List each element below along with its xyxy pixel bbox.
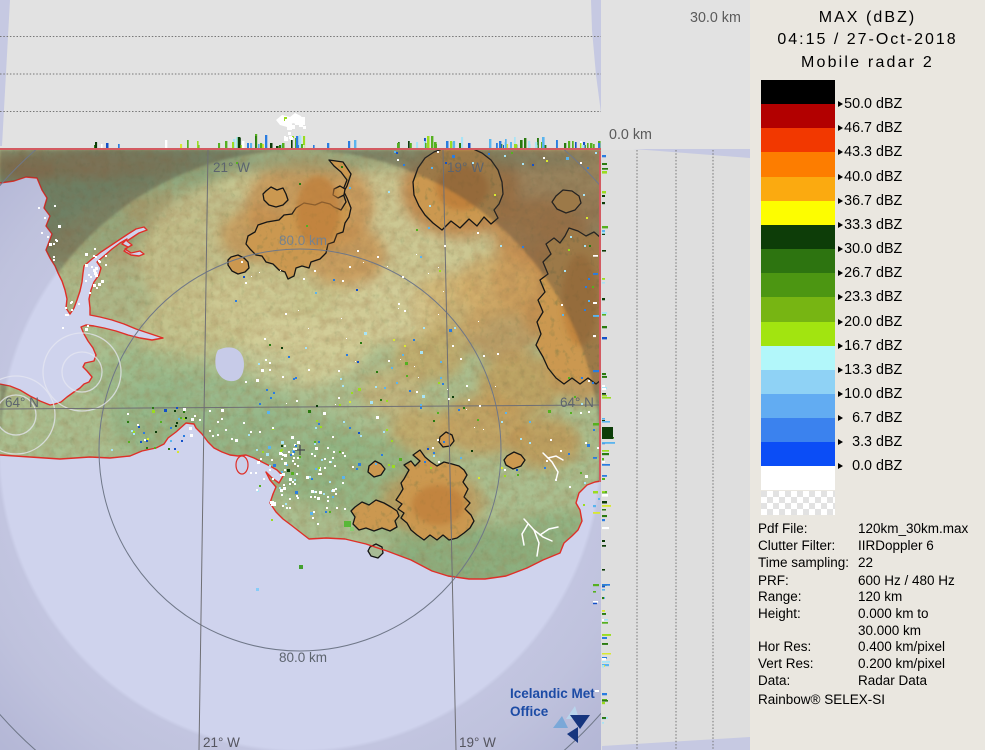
svg-text:Office: Office (510, 704, 549, 719)
svg-text:Icelandic Met: Icelandic Met (510, 686, 595, 701)
svg-text:64° N: 64° N (5, 395, 39, 410)
svg-text:64° N: 64° N (560, 395, 594, 410)
svg-text:80.0 km: 80.0 km (279, 650, 327, 665)
svg-text:21° W: 21° W (203, 735, 240, 750)
svg-text:21° W: 21° W (213, 160, 250, 175)
svg-text:80.0 km: 80.0 km (279, 233, 327, 248)
svg-text:19° W: 19° W (447, 160, 484, 175)
svg-text:19° W: 19° W (459, 735, 496, 750)
svg-text:0.0 km: 0.0 km (609, 127, 652, 143)
svg-text:30.0 km: 30.0 km (690, 10, 741, 26)
